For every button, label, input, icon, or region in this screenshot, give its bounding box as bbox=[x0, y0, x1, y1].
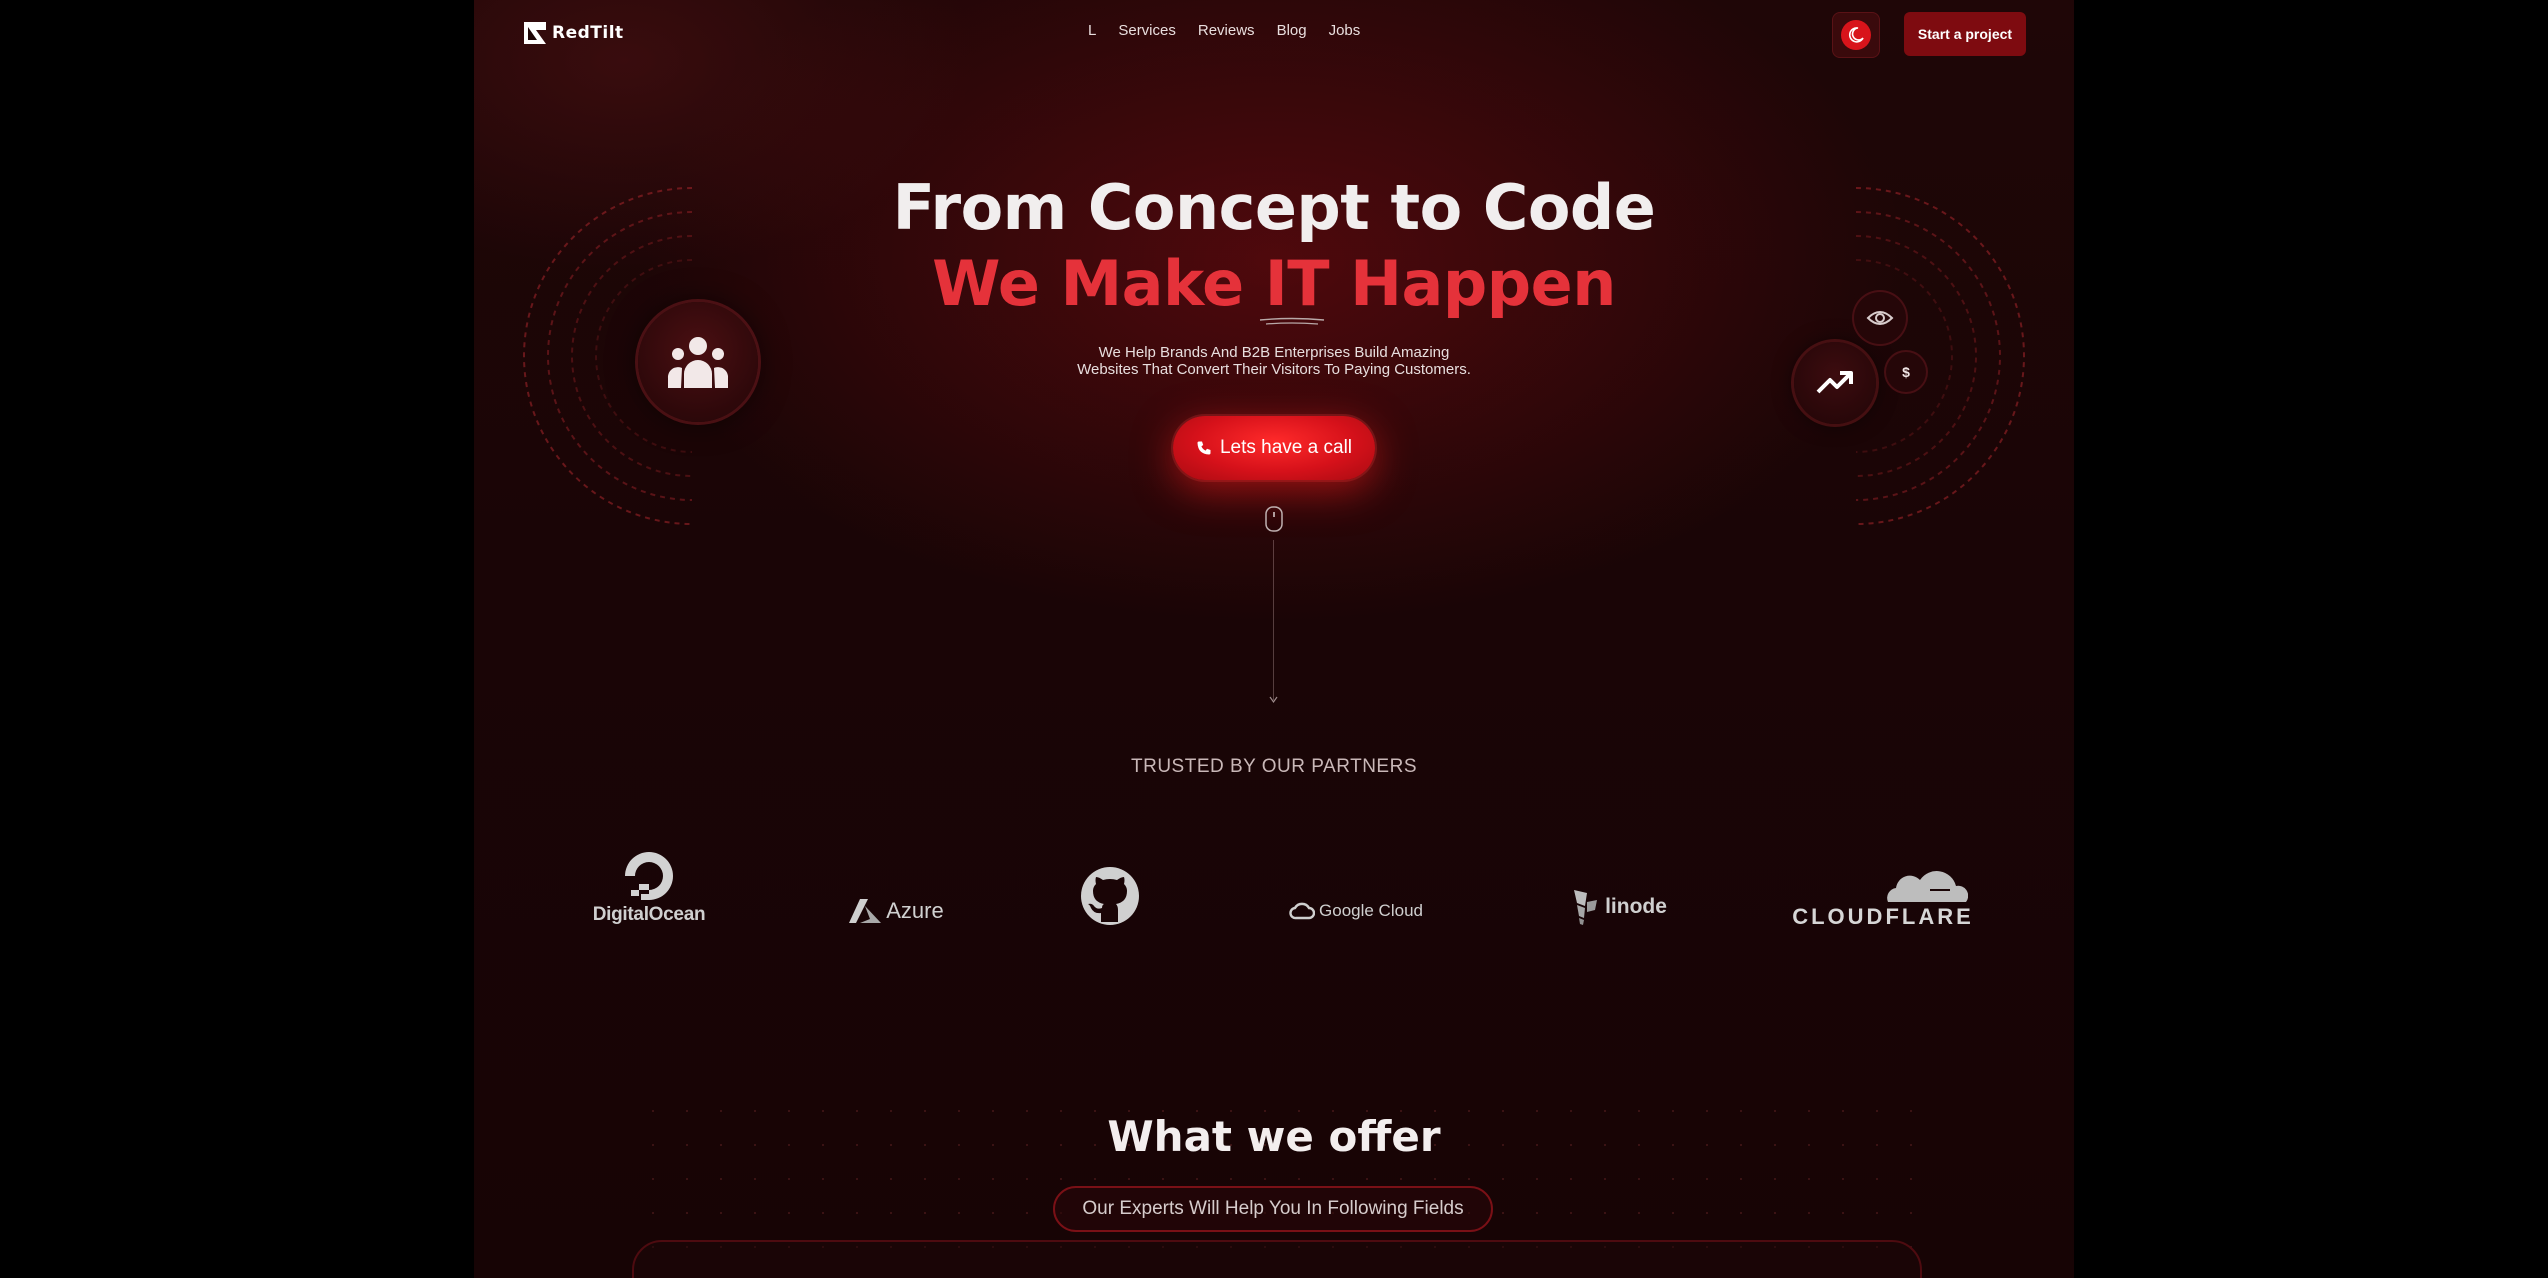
partners-heading: TRUSTED BY OUR PARTNERS bbox=[1131, 756, 1417, 777]
nav-item-services[interactable]: Services bbox=[1118, 22, 1176, 39]
page: RedTilt L Services Reviews Blog Jobs Sta… bbox=[474, 0, 2074, 1278]
offer-card bbox=[632, 1240, 1922, 1278]
call-button-label: Lets have a call bbox=[1219, 437, 1353, 458]
nav-item-l[interactable]: L bbox=[1088, 22, 1096, 39]
call-button[interactable]: Lets have a call bbox=[1173, 416, 1375, 480]
logo[interactable]: RedTilt bbox=[522, 20, 624, 46]
cloudflare-icon bbox=[1887, 871, 1968, 902]
theme-toggle-button[interactable] bbox=[1832, 12, 1880, 58]
partner-github bbox=[1078, 864, 1142, 928]
site-header: RedTilt L Services Reviews Blog Jobs Sta… bbox=[474, 0, 2074, 68]
linode-icon bbox=[1574, 890, 1598, 925]
main-nav: L Services Reviews Blog Jobs bbox=[1088, 22, 1360, 39]
digitalocean-icon bbox=[625, 852, 673, 900]
scroll-line bbox=[1273, 540, 1274, 700]
moon-icon bbox=[1841, 20, 1871, 50]
partner-name-azure: Azure bbox=[886, 898, 944, 923]
start-project-button[interactable]: Start a project bbox=[1904, 12, 2026, 56]
nav-item-blog[interactable]: Blog bbox=[1277, 22, 1307, 39]
github-icon bbox=[1081, 867, 1139, 925]
hero-title: From Concept to Code bbox=[892, 171, 1656, 244]
partner-azure: Azure bbox=[836, 892, 956, 930]
partner-linode: linode bbox=[1564, 884, 1674, 930]
logo-text: RedTilt bbox=[552, 23, 624, 43]
partner-name-digitalocean: DigitalOcean bbox=[592, 904, 706, 925]
hero-description-line-1: We Help Brands And B2B Enterprises Build… bbox=[1098, 344, 1450, 361]
partner-cloudflare: CLOUDFLARE bbox=[1792, 868, 1971, 930]
nav-item-jobs[interactable]: Jobs bbox=[1329, 22, 1361, 39]
partner-name-google-cloud: Google Cloud bbox=[1319, 901, 1423, 920]
partner-name-linode: linode bbox=[1605, 895, 1667, 918]
logo-icon bbox=[524, 22, 546, 44]
mouse-scroll-icon[interactable] bbox=[1265, 506, 1283, 532]
offer-title: What we offer bbox=[1107, 1112, 1441, 1161]
hero-description: We Help Brands And B2B Enterprises Build… bbox=[474, 344, 2074, 378]
partner-digitalocean: DigitalOcean bbox=[584, 846, 714, 930]
offer-subtitle-pill: Our Experts Will Help You In Following F… bbox=[1053, 1186, 1493, 1232]
arrow-down-icon bbox=[1269, 696, 1278, 704]
phone-icon bbox=[1197, 441, 1211, 455]
partner-name-cloudflare: CLOUDFLARE bbox=[1792, 904, 1974, 929]
hero-description-line-2: Websites That Convert Their Visitors To … bbox=[1077, 361, 1471, 378]
azure-icon bbox=[849, 899, 882, 923]
google-cloud-icon bbox=[1289, 902, 1316, 920]
underline-decoration bbox=[1259, 317, 1325, 325]
hero-subtitle: We Make IT Happen bbox=[932, 247, 1616, 320]
nav-item-reviews[interactable]: Reviews bbox=[1198, 22, 1255, 39]
partner-google-cloud: Google Cloud bbox=[1286, 896, 1426, 926]
